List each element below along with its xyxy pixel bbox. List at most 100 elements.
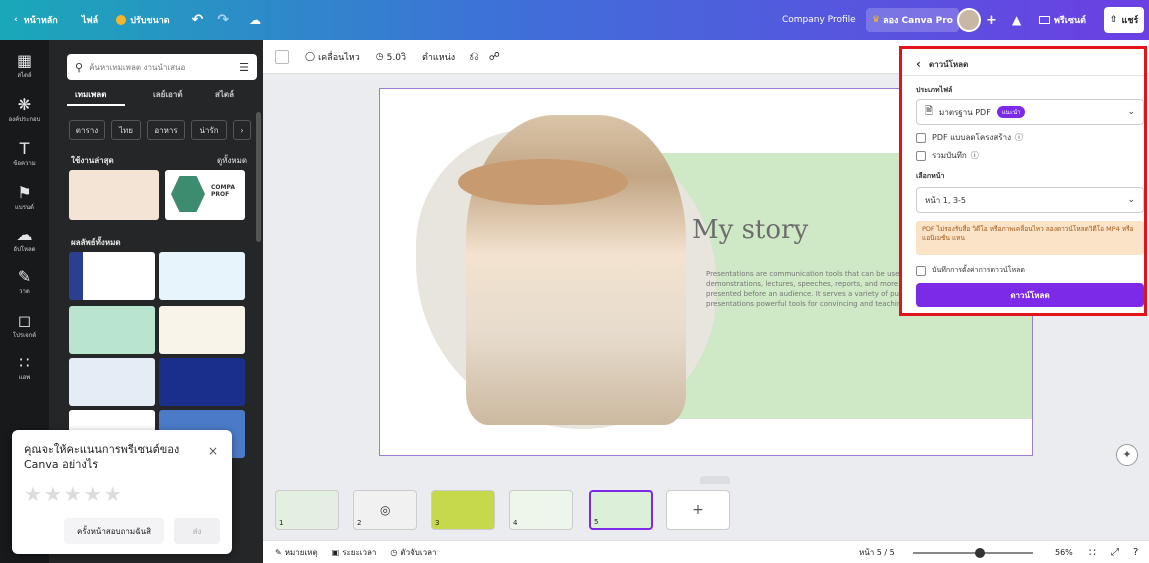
- resize-button[interactable]: ปรับขนาด: [116, 0, 170, 40]
- folder-icon: ◻: [17, 311, 32, 330]
- insights-icon[interactable]: ▲: [1012, 0, 1021, 40]
- zoom-slider[interactable]: [913, 548, 1033, 558]
- crown-icon: ♛: [872, 15, 881, 25]
- notes-checkbox[interactable]: [916, 150, 926, 161]
- document-title[interactable]: Company Profile: [782, 0, 856, 40]
- lock-icon[interactable]: ☍: [489, 50, 500, 63]
- zoom-slider-handle[interactable]: [975, 548, 986, 558]
- star-rating[interactable]: ★★★★★: [24, 482, 124, 506]
- star-icon[interactable]: ★: [64, 482, 84, 506]
- avatar[interactable]: [957, 8, 981, 32]
- chip-cute[interactable]: น่ารัก: [191, 120, 227, 140]
- file-menu[interactable]: ไฟล์: [82, 0, 98, 40]
- rail-item-brand[interactable]: ⚑ แบรนด์: [0, 184, 49, 212]
- pages-select[interactable]: หน้า 1, 3-5 ⌄: [916, 187, 1144, 213]
- flatten-pdf-option[interactable]: PDF แบบลดโครงสร้าง ⓘ: [916, 131, 1023, 144]
- chip-thai[interactable]: ไทย: [111, 120, 141, 140]
- cloud-saved-icon[interactable]: ☁: [249, 0, 261, 40]
- close-icon[interactable]: ×: [208, 444, 218, 458]
- result-thumb-3[interactable]: [69, 306, 155, 354]
- grid-view-icon[interactable]: ∷: [1089, 546, 1096, 559]
- rail-item-apps[interactable]: ∷ แอพ: [0, 354, 49, 382]
- result-thumb-6[interactable]: [159, 358, 245, 406]
- zoom-value[interactable]: 56%: [1055, 548, 1073, 557]
- warning-banner: PDF ไม่รองรับสื่อ วิดีโอ หรือภาพเคลื่อนไ…: [916, 221, 1144, 255]
- see-all-link[interactable]: ดูทั้งหมด: [217, 154, 247, 167]
- result-thumb-5[interactable]: [69, 358, 155, 406]
- rail-label: วาด: [19, 288, 30, 295]
- company-profile-text: COMPA PROF: [211, 184, 235, 198]
- result-thumb-1[interactable]: [69, 252, 155, 300]
- help-icon[interactable]: ?: [1133, 547, 1138, 558]
- include-notes-option[interactable]: รวมบันทึก ⓘ: [916, 149, 979, 162]
- star-icon[interactable]: ★: [24, 482, 44, 506]
- file-type-select[interactable]: 🗎 มาตรฐาน PDF แนะนำ ⌄: [916, 99, 1144, 125]
- timer-label: ตัวจับเวลา: [400, 547, 437, 557]
- strip-collapse-handle[interactable]: [700, 476, 730, 484]
- duration-button[interactable]: ▣ ระยะเวลา: [332, 546, 377, 559]
- duration-label: ระยะเวลา: [342, 547, 377, 557]
- hidden-eye-icon: ◎: [380, 503, 391, 517]
- chip-food[interactable]: อาหาร: [147, 120, 185, 140]
- result-thumb-4[interactable]: [159, 306, 245, 354]
- search-input[interactable]: ค้นหาเทมเพลต งานนำเสนอ: [89, 61, 185, 74]
- chip-table[interactable]: ตาราง: [69, 120, 105, 140]
- filter-icon[interactable]: ☰: [239, 61, 249, 74]
- slide-thumb-1[interactable]: 1: [275, 490, 339, 530]
- save-settings-checkbox[interactable]: [916, 265, 926, 276]
- star-icon[interactable]: ★: [44, 482, 64, 506]
- slide-title[interactable]: My story: [692, 215, 808, 245]
- remind-later-button[interactable]: ครั้งหน้าสอบถามฉันสิ: [64, 518, 164, 544]
- animate-button[interactable]: ◯ เคลื่อนไหว: [305, 50, 360, 64]
- slide-thumb-2[interactable]: 2 ◎: [353, 490, 417, 530]
- slide-thumb-3[interactable]: 3: [431, 490, 495, 530]
- try-pro-button[interactable]: ♛ ลอง Canva Pro: [866, 8, 959, 32]
- undo-icon[interactable]: ↶: [192, 0, 204, 40]
- position-button[interactable]: ตำแหน่ง: [422, 50, 455, 64]
- tab-layouts[interactable]: เลย์เอาต์: [153, 88, 183, 101]
- recent-heading: ใช้งานล่าสุด: [71, 156, 114, 165]
- recent-thumb-2[interactable]: COMPA PROF: [165, 170, 245, 220]
- chip-next-button[interactable]: ›: [233, 120, 251, 140]
- rail-item-style[interactable]: ▦ สไตล์: [0, 52, 49, 80]
- share-button[interactable]: ⇧ แชร์: [1104, 7, 1145, 33]
- rail-item-uploads[interactable]: ☁ อัปโหลด: [0, 226, 49, 254]
- redo-icon[interactable]: ↷: [217, 0, 229, 40]
- info-icon[interactable]: ⓘ: [971, 150, 979, 161]
- info-icon[interactable]: ⓘ: [1015, 132, 1023, 143]
- slide-thumb-4[interactable]: 4: [509, 490, 573, 530]
- background-color-swatch[interactable]: [275, 49, 289, 64]
- rail-item-elements[interactable]: ❋ องค์ประกอบ: [0, 96, 49, 124]
- star-icon[interactable]: ★: [104, 482, 124, 506]
- save-settings-option[interactable]: บันทึกการตั้งค่าการดาวน์โหลด: [916, 265, 1025, 276]
- rail-item-projects[interactable]: ◻ โปรเจกต์: [0, 312, 49, 340]
- add-slide-button[interactable]: +: [666, 490, 730, 530]
- tab-templates[interactable]: เทมเพลต: [75, 88, 106, 101]
- rail-item-text[interactable]: T ข้อความ: [0, 140, 49, 168]
- send-button[interactable]: ส่ง: [174, 518, 220, 544]
- star-icon[interactable]: ★: [84, 482, 104, 506]
- fullscreen-icon[interactable]: ⤢: [1111, 547, 1119, 558]
- flatten-checkbox[interactable]: [916, 132, 926, 143]
- paint-format-icon[interactable]: ⎌: [469, 49, 479, 64]
- rail-item-draw[interactable]: ✎ วาด: [0, 268, 49, 296]
- present-button[interactable]: พรีเซนต์: [1039, 0, 1086, 40]
- download-header[interactable]: ‹ ดาวน์โหลด: [916, 57, 968, 71]
- timer-button[interactable]: ◷ ตัวจับเวลา: [390, 546, 436, 559]
- home-button[interactable]: ‹ หน้าหลัก: [14, 0, 58, 40]
- page-indicator[interactable]: หน้า 5 / 5: [859, 546, 895, 559]
- download-button[interactable]: ดาวน์โหลด: [916, 283, 1144, 307]
- duration-button[interactable]: ◷ 5.0วิ: [376, 50, 406, 64]
- result-thumb-2[interactable]: [159, 252, 245, 300]
- present-label: พรีเซนต์: [1054, 16, 1086, 26]
- add-collaborator-icon[interactable]: +: [986, 0, 997, 40]
- panel-scrollbar[interactable]: [256, 112, 261, 242]
- rating-question: คุณจะให้คะแนนการพรีเซนต์ของ Canva อย่างไ…: [24, 443, 180, 471]
- notes-button[interactable]: ✎ หมายเหตุ: [275, 546, 318, 559]
- assistant-button[interactable]: ✦: [1116, 444, 1138, 466]
- search-box[interactable]: ⚲ ค้นหาเทมเพลต งานนำเสนอ ☰: [67, 54, 257, 80]
- tab-styles[interactable]: สไตล์: [215, 88, 234, 101]
- apps-icon: ∷: [19, 353, 30, 372]
- recent-thumb-1[interactable]: [69, 170, 159, 220]
- slide-thumb-5[interactable]: 5: [589, 490, 653, 530]
